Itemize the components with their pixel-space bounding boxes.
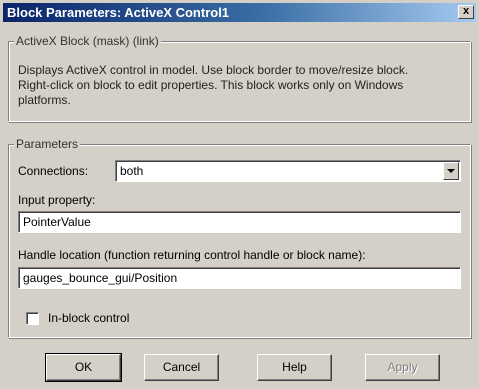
- mask-description: Displays ActiveX control in model. Use b…: [18, 63, 468, 108]
- title-bar: Block Parameters: ActiveX Control1 x: [3, 3, 476, 22]
- ok-button[interactable]: OK: [45, 353, 122, 382]
- handle-location-label: Handle location (function returning cont…: [18, 248, 366, 262]
- connections-value: both: [120, 164, 144, 178]
- chevron-down-icon[interactable]: [443, 162, 459, 180]
- help-button[interactable]: Help: [257, 354, 332, 381]
- inblock-label: In-block control: [48, 311, 130, 325]
- parameters-group: Parameters Connections: both Input prope…: [8, 138, 471, 338]
- handle-location-field[interactable]: gauges_bounce_gui/Position: [18, 267, 461, 289]
- input-property-field[interactable]: PointerValue: [18, 211, 461, 233]
- mask-group-legend: ActiveX Block (mask) (link): [14, 34, 161, 48]
- mask-group: ActiveX Block (mask) (link) Displays Act…: [8, 35, 471, 122]
- close-icon[interactable]: x: [458, 5, 474, 19]
- window-title: Block Parameters: ActiveX Control1: [7, 5, 230, 20]
- inblock-checkbox[interactable]: [26, 312, 39, 325]
- parameters-group-legend: Parameters: [14, 137, 81, 151]
- apply-button: Apply: [365, 354, 440, 381]
- description-line-1: Displays ActiveX control in model. Use b…: [18, 63, 409, 77]
- connections-select[interactable]: both: [115, 160, 461, 182]
- description-line-2: Right-click on block to edit properties.…: [18, 78, 404, 92]
- cancel-button[interactable]: Cancel: [144, 354, 219, 381]
- connections-label: Connections:: [18, 164, 89, 178]
- input-property-label: Input property:: [18, 193, 96, 207]
- description-line-3: platforms.: [18, 93, 71, 107]
- block-parameters-dialog: Block Parameters: ActiveX Control1 x Act…: [0, 0, 479, 389]
